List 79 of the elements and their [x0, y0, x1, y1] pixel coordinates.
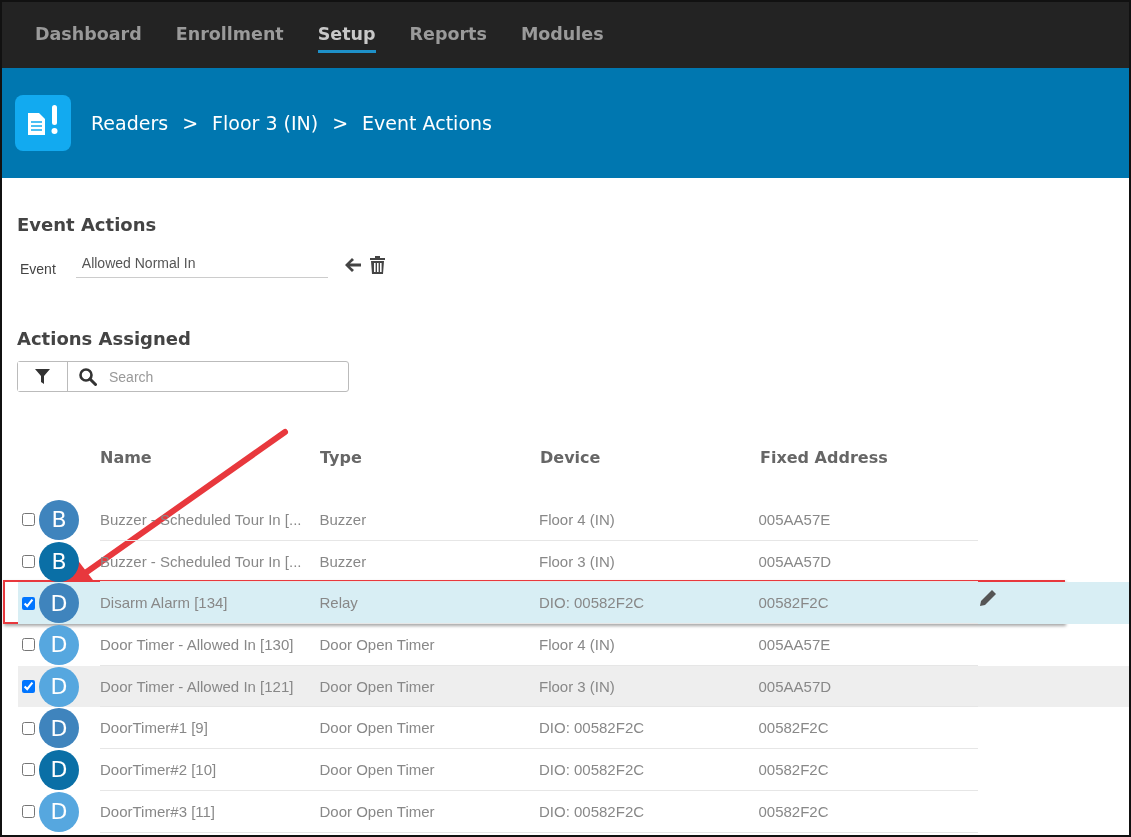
- column-header[interactable]: Device: [540, 447, 760, 467]
- row-checkbox[interactable]: [22, 763, 35, 777]
- table-row[interactable]: D Door Timer - Allowed In [121] Door Open Timer Floor 3 (IN) 005AA57D: [18, 665, 1129, 708]
- column-header[interactable]: Name: [100, 447, 320, 467]
- table-cell-text: DIO: 00582F2C: [539, 594, 646, 612]
- nav-tab[interactable]: Modules: [520, 17, 604, 53]
- table-cell-text: 005AA57D: [758, 677, 833, 695]
- trash-icon[interactable]: [369, 255, 385, 274]
- table-cell-text: Door Timer - Allowed In [121]: [100, 677, 295, 695]
- table-row[interactable]: D Disarm Alarm [134] Relay DIO: 00582F2C 00582F2C: [18, 582, 1129, 625]
- table-cell-text: Disarm Alarm [134]: [100, 594, 229, 612]
- table-cell-text: 00582F2C: [758, 719, 830, 737]
- table-cell-text: Buzzer - Scheduled Tour In [...: [100, 510, 303, 528]
- table-cell-text: DIO: 00582F2C: [539, 719, 646, 737]
- table-cell-text: Floor 3 (IN): [539, 552, 616, 570]
- breadcrumb-item[interactable]: Readers: [91, 112, 169, 134]
- avatar: D: [39, 791, 79, 832]
- table-cell-text: 005AA57D: [758, 552, 833, 570]
- avatar: D: [39, 749, 79, 790]
- field-label: Event: [20, 260, 56, 277]
- section-title: Event Actions: [17, 214, 158, 235]
- table-cell-text: Floor 3 (IN): [539, 677, 616, 695]
- table-row[interactable]: D DoorTimer#3 [11] Door Open Timer DIO: 00582F2C 00582F2C: [18, 790, 1129, 833]
- avatar: D: [39, 666, 79, 707]
- nav-tab[interactable]: Dashboard: [35, 17, 142, 53]
- table-row[interactable]: D DoorTimer#2 [10] Door Open Timer DIO: 00582F2C 00582F2C: [18, 749, 1129, 791]
- table-cell-text: DIO: 00582F2C: [539, 802, 646, 820]
- table-cell-text: Floor 4 (IN): [539, 635, 616, 653]
- table-cell-text: Door Timer - Allowed In [130]: [100, 635, 295, 653]
- table-cell-text: Floor 4 (IN): [539, 510, 616, 528]
- nav-tab[interactable]: Reports: [409, 17, 487, 53]
- table-cell-text: 00582F2C: [758, 760, 830, 778]
- table-cell-text: Door Open Timer: [319, 677, 436, 695]
- avatar: D: [39, 624, 79, 665]
- table-row[interactable]: D DoorTimer#1 [9] Door Open Timer DIO: 00582F2C 00582F2C: [18, 707, 1129, 750]
- breadcrumb-separator: >: [182, 112, 199, 134]
- row-checkbox[interactable]: [22, 513, 35, 527]
- search-icon: [79, 367, 97, 386]
- row-checkbox[interactable]: [22, 596, 35, 610]
- table-cell-text: 005AA57E: [758, 510, 832, 528]
- filter-icon: [35, 369, 50, 384]
- table-row[interactable]: D Door Timer - Allowed In [130] Door Open Timer Floor 4 (IN) 005AA57E: [18, 624, 1129, 666]
- row-checkbox[interactable]: [22, 555, 35, 569]
- table-cell-text: 00582F2C: [758, 802, 830, 820]
- section-title: Actions Assigned: [17, 328, 192, 349]
- search-field[interactable]: Search: [17, 361, 349, 392]
- table-cell-text: Buzzer: [319, 552, 368, 570]
- pencil-icon[interactable]: [979, 589, 997, 608]
- table-cell-text: 00582F2C: [758, 594, 830, 612]
- nav-tab[interactable]: Setup: [317, 17, 376, 53]
- back-arrow-icon[interactable]: [343, 256, 362, 273]
- table-cell-text: Door Open Timer: [319, 635, 436, 653]
- column-header[interactable]: Type: [320, 447, 540, 467]
- avatar: B: [39, 541, 79, 582]
- breadcrumb-item[interactable]: Event Actions: [362, 112, 492, 134]
- breadcrumb-item[interactable]: Floor 3 (IN): [212, 112, 319, 134]
- table-cell-text: Buzzer - Scheduled Tour In [...: [100, 552, 303, 570]
- table-cell-text: Door Open Timer: [319, 760, 436, 778]
- table-row[interactable]: B Buzzer - Scheduled Tour In [... Buzzer Floor 4 (IN) 005AA57E: [18, 499, 1129, 541]
- row-checkbox[interactable]: [22, 721, 35, 735]
- breadcrumb-separator: >: [332, 112, 349, 134]
- row-checkbox[interactable]: [22, 680, 35, 694]
- avatar: D: [39, 708, 79, 749]
- nav-tab[interactable]: Enrollment: [175, 17, 284, 53]
- table-cell-text: Buzzer: [319, 510, 368, 528]
- avatar: B: [39, 499, 79, 540]
- row-checkbox[interactable]: [22, 805, 35, 819]
- row-checkbox[interactable]: [22, 638, 35, 652]
- table-cell-text: DoorTimer#2 [10]: [100, 760, 218, 778]
- column-header[interactable]: Fixed Address: [760, 447, 980, 467]
- table-cell-text: DoorTimer#1 [9]: [100, 719, 209, 737]
- table-cell-text: 005AA57E: [758, 635, 832, 653]
- filter-button[interactable]: [18, 362, 68, 391]
- table-cell-text: Relay: [319, 594, 359, 612]
- document-alert-icon: [15, 95, 71, 151]
- table-cell-text: DoorTimer#3 [11]: [100, 802, 217, 820]
- table-cell-text: DIO: 00582F2C: [539, 760, 646, 778]
- table-cell-text: Door Open Timer: [319, 719, 436, 737]
- table-cell-text: Door Open Timer: [319, 802, 436, 820]
